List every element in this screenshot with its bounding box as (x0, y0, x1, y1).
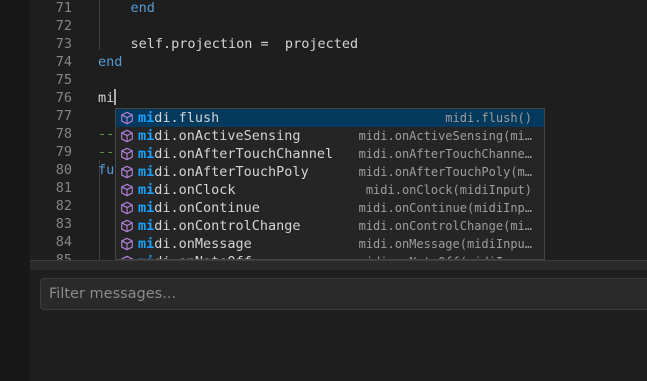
suggestion-label: midi.onMessage (138, 235, 252, 253)
code-token: fu (98, 162, 115, 178)
cube-icon (121, 219, 133, 233)
line-number: 81 (55, 180, 72, 196)
match-highlight: mi (138, 164, 155, 180)
suggestion-item[interactable]: midi.onActiveSensing midi.onActiveSensing… (116, 127, 544, 145)
activity-bar (0, 0, 30, 381)
match-highlight: mi (138, 128, 155, 144)
suggestion-label-rest: di.onContinue (154, 200, 260, 216)
code-token: -- (98, 144, 115, 160)
match-highlight: mi (138, 254, 154, 259)
match-highlight: mi (138, 236, 155, 252)
line-number: 79 (55, 144, 72, 160)
suggestion-detail: midi.onClock(midiInput) (365, 183, 532, 197)
code-token: end (98, 54, 123, 70)
match-highlight: mi (138, 218, 155, 234)
code-token: -- (98, 126, 115, 142)
suggestion-item[interactable]: midi.onAfterTouchPoly midi.onAfterTouchPo… (116, 163, 544, 181)
line-number: 83 (55, 216, 72, 232)
code-line[interactable]: 71 end (30, 0, 647, 17)
code-line[interactable]: 73 self.projection = projected (30, 35, 647, 53)
code-token: self.projection = projected (98, 36, 359, 52)
suggestion-label-rest: di.onActiveSensing (154, 128, 301, 144)
code-text: -- (98, 125, 114, 143)
line-number: 78 (55, 126, 72, 142)
suggestion-detail: midi.onControlChange(mi… (358, 219, 532, 233)
suggestion-label: midi.onAfterTouchPoly (138, 163, 309, 181)
suggestion-label: midi.flush (138, 109, 219, 127)
suggestion-label: midi.onActiveSensing (138, 127, 301, 145)
suggestion-label: midi.onAfterTouchChannel (138, 145, 333, 163)
suggestion-detail: midi.onContinue(midiInp… (358, 201, 532, 215)
filter-messages-input[interactable] (40, 278, 647, 310)
match-highlight: mi (138, 200, 155, 216)
suggestion-label-rest: di.onAfterTouchPoly (154, 164, 309, 180)
suggestion-label-rest: di.onControlChange (154, 218, 301, 234)
line-number: 74 (55, 54, 72, 70)
line-number: 80 (55, 162, 72, 178)
line-number: 84 (55, 234, 72, 250)
code-text: end (98, 53, 122, 71)
cube-icon (121, 165, 133, 179)
suggestion-detail: midi.onAfterTouchPoly(m… (358, 165, 532, 179)
suggestion-item[interactable]: midi.onMessage midi.onMessage(midiInpu… (116, 235, 544, 253)
suggestion-label-rest: di.onMessage (154, 236, 252, 252)
cube-icon (121, 129, 133, 143)
match-highlight: mi (138, 182, 155, 198)
cube-icon (121, 183, 133, 197)
suggestion-label: midi.onContinue (138, 199, 260, 217)
suggestion-item[interactable]: midi.onClock midi.onClock(midiInput) (116, 181, 544, 199)
panel-sash[interactable] (30, 260, 647, 270)
suggestion-detail: midi.onNoteOff(midiInpu… (359, 253, 532, 259)
cube-icon (121, 147, 133, 161)
cube-icon (121, 237, 133, 251)
text-cursor (114, 89, 117, 105)
suggestion-label: midi.onControlChange (138, 217, 301, 235)
code-text: self.projection = projected (98, 35, 359, 53)
suggestion-detail: midi.onAfterTouchChanne… (358, 147, 532, 161)
line-number: 85 (55, 252, 72, 260)
cube-icon (121, 201, 133, 215)
suggestion-item[interactable]: midi.onAfterTouchChannel midi.onAfterTouc… (116, 145, 544, 163)
match-highlight: mi (138, 146, 155, 162)
suggestion-item[interactable]: midi.onControlChange midi.onControlChange… (116, 217, 544, 235)
suggestion-detail: midi.onMessage(midiInpu… (358, 237, 532, 251)
line-number: 77 (55, 108, 72, 124)
line-number: 73 (55, 36, 72, 52)
code-line[interactable]: 72 (30, 17, 647, 35)
suggestion-label-rest: di.flush (154, 110, 220, 126)
suggestion-label: midi.onClock (138, 181, 236, 199)
suggestion-item[interactable]: midi.onNoteOff midi.onNoteOff(midiInpu… (116, 253, 544, 259)
code-token: end (98, 0, 155, 16)
match-highlight: mi (138, 110, 155, 126)
line-number: 82 (55, 198, 72, 214)
vscode-window: 71 end 72 73 self.projection = projected 74… (0, 0, 647, 381)
suggestion-item[interactable]: midi.onContinue midi.onContinue(midiInp… (116, 199, 544, 217)
line-number: 72 (55, 18, 72, 34)
suggestion-detail: midi.onActiveSensing(mi… (358, 129, 532, 143)
output-panel (30, 270, 647, 381)
line-number: 75 (55, 72, 72, 88)
code-line[interactable]: 75 (30, 71, 647, 89)
line-number: 76 (55, 90, 72, 106)
cube-icon (121, 111, 133, 125)
code-line[interactable]: 76 mi (30, 89, 647, 107)
code-token: mi (98, 90, 115, 106)
suggestion-detail: midi.flush() (445, 111, 532, 125)
cube-icon (121, 255, 133, 259)
suggestion-label: midi.onNoteOff (138, 253, 252, 259)
code-line[interactable]: 74 end (30, 53, 647, 71)
suggestion-widget[interactable]: midi.flush midi.flush() midi.onActiveSensi… (115, 108, 545, 260)
suggestion-label-rest: di.onNoteOff (154, 254, 252, 259)
code-text: fu (98, 161, 114, 179)
suggestion-item[interactable]: midi.flush midi.flush() (116, 109, 544, 127)
suggestion-label-rest: di.onAfterTouchChannel (154, 146, 334, 162)
suggestion-label-rest: di.onClock (154, 182, 236, 198)
line-number: 71 (55, 0, 72, 16)
code-text: -- (98, 143, 114, 161)
code-text: end (98, 0, 155, 17)
code-text: mi (98, 89, 117, 107)
